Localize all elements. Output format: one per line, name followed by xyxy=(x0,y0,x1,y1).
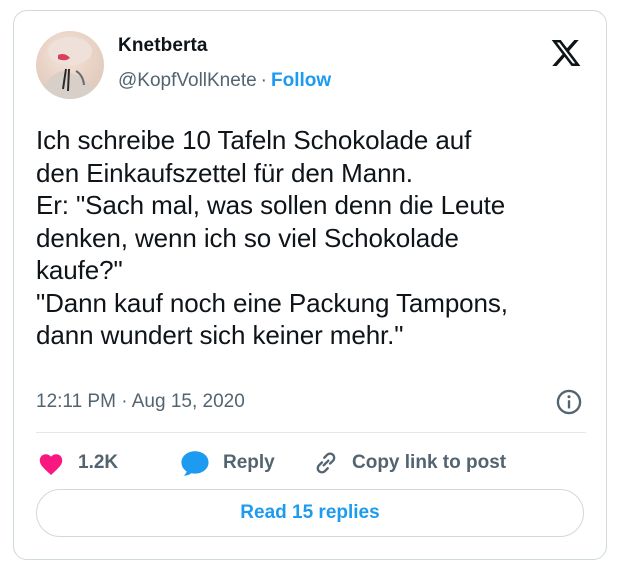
tweet-line: Er: "Sach mal, was sollen denn die Leute xyxy=(36,190,506,220)
action-bar: 1.2K Reply Copy link to post xyxy=(36,443,596,483)
tweet-line: kaufe?" xyxy=(36,255,123,285)
copy-link-button[interactable]: Copy link to post xyxy=(312,443,506,483)
link-icon xyxy=(316,452,336,474)
info-icon[interactable] xyxy=(555,388,583,416)
tweet-text: Ich schreibe 10 Tafeln Schokolade auf de… xyxy=(36,124,596,352)
tweet-line: denken, wenn ich so viel Schokolade xyxy=(36,222,459,253)
author-handle[interactable]: @KopfVollKnete xyxy=(118,70,257,91)
read-replies-button[interactable]: Read 15 replies xyxy=(36,489,584,537)
copy-link-label: Copy link to post xyxy=(352,452,507,473)
follow-link[interactable]: Follow xyxy=(271,70,331,91)
like-count: 1.2K xyxy=(78,452,119,473)
tweet-line: "Dann kauf noch eine Packung Tampons, xyxy=(36,287,508,318)
heart-icon xyxy=(39,454,63,475)
speech-bubble-icon xyxy=(181,451,209,476)
x-logo-icon[interactable] xyxy=(550,37,582,69)
tweet-line: dann wundert sich keiner mehr." xyxy=(36,320,404,350)
avatar-image xyxy=(40,37,96,99)
read-replies-label: Read 15 replies xyxy=(240,502,380,523)
author-handle-row: @KopfVollKnete · Follow xyxy=(118,70,331,92)
tweet-card: Knetberta @KopfVollKnete · Follow Ich schr… xyxy=(13,10,607,560)
reply-label: Reply xyxy=(223,452,275,473)
tweet-line: den Einkaufszettel für den Mann. xyxy=(36,157,413,188)
avatar[interactable] xyxy=(36,31,104,99)
separator-dot: · xyxy=(260,70,267,91)
like-button[interactable]: 1.2K xyxy=(36,443,118,483)
divider xyxy=(36,432,586,433)
reply-button[interactable]: Reply xyxy=(179,443,275,483)
author-name[interactable]: Knetberta xyxy=(118,35,208,57)
tweet-timestamp[interactable]: 12:11 PM · Aug 15, 2020 xyxy=(36,391,245,413)
tweet-line: Ich schreibe 10 Tafeln Schokolade auf xyxy=(36,125,472,155)
